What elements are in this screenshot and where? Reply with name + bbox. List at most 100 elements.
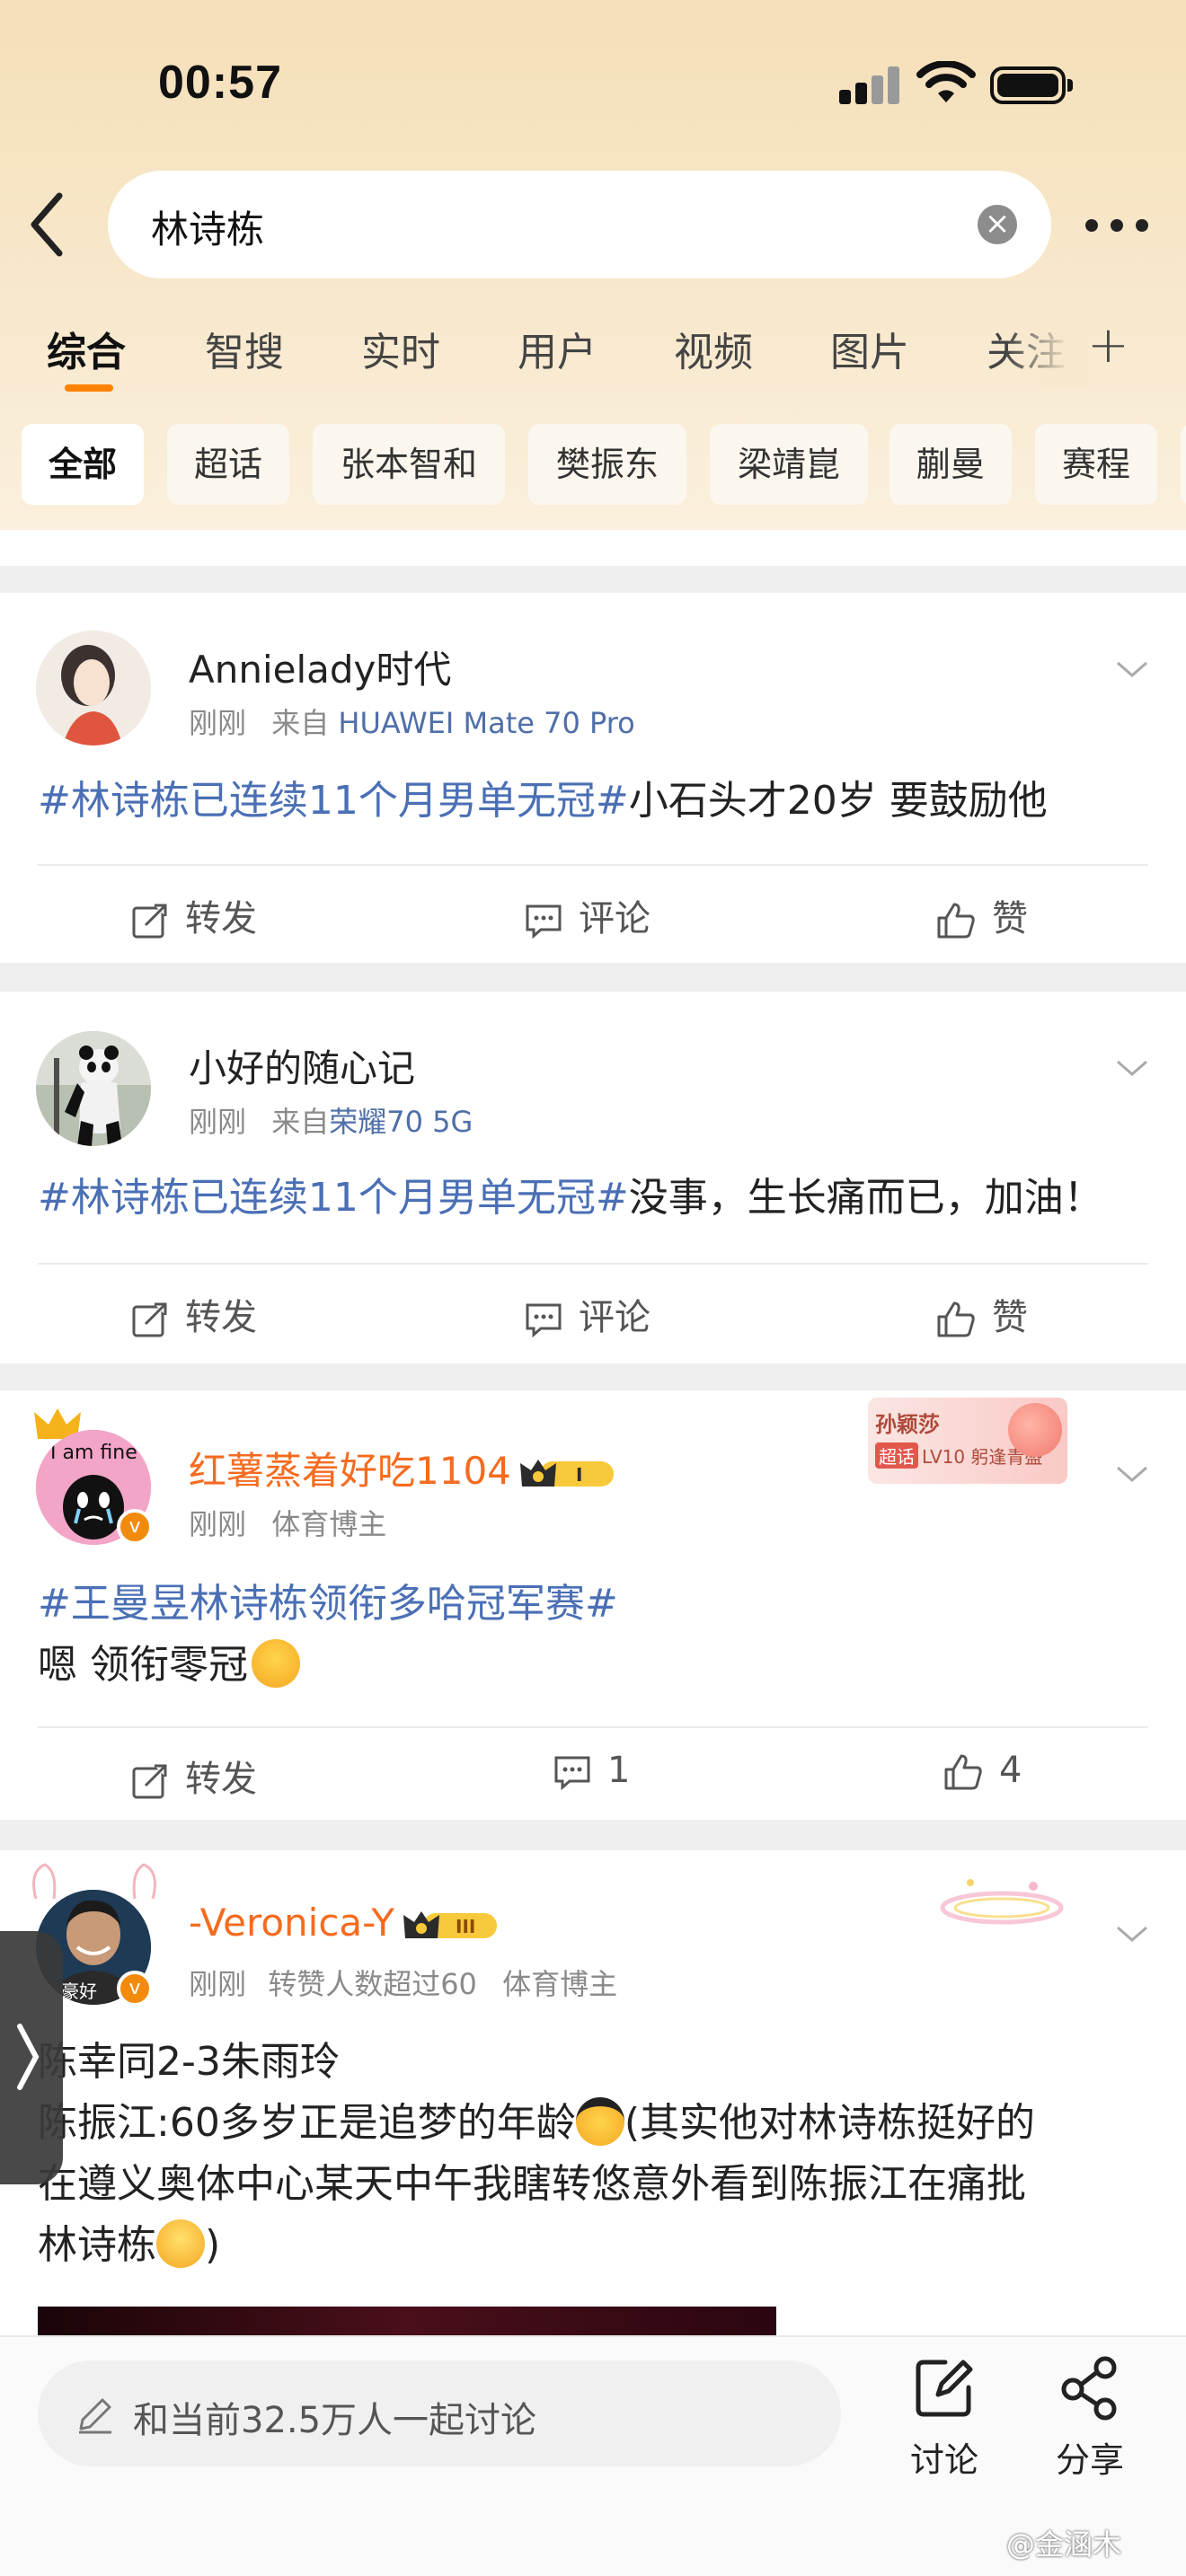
- verified-badge-icon: v: [117, 1509, 153, 1545]
- comment-label: 评论: [579, 898, 651, 940]
- post-card[interactable]: 小好的随心记 刚刚 来自荣耀70 5G #林诗栋已连续11个月男单无冠#没事，生…: [0, 992, 1186, 1363]
- tab-fade: [1006, 314, 1087, 386]
- post-source[interactable]: 荣耀70 5G: [329, 1105, 473, 1139]
- post-content: 陈幸同2-3朱雨玲 陈振江:60多岁正是追梦的年龄 (其实他对林诗栋挺好的 在遵义…: [38, 2032, 1150, 2276]
- chevron-down-icon[interactable]: [1114, 656, 1150, 683]
- tab-images[interactable]: 图片: [830, 320, 909, 377]
- vip-badge-icon: III: [403, 1908, 502, 1944]
- post-card[interactable]: I am fine v 红薯蒸着好吃1104 I 刚刚 体育博主 孙颖莎 超话 …: [0, 1390, 1186, 1820]
- divider: [38, 1726, 1148, 1728]
- post-line: (其实他对林诗栋挺好的: [624, 2100, 1035, 2146]
- topic-link[interactable]: #王曼昱林诗栋领衔多哈冠军赛#: [38, 1574, 1150, 1635]
- post-card[interactable]: Annielady时代 刚刚 来自 HUAWEI Mate 70 Pro #林诗…: [0, 593, 1186, 963]
- username-text: -Veronica-Y: [189, 1901, 394, 1945]
- divider: [38, 1263, 1148, 1265]
- username[interactable]: Annielady时代: [189, 640, 451, 694]
- chip-fan-zhendong[interactable]: 樊振东: [528, 424, 686, 505]
- author-role: 体育博主: [271, 1507, 387, 1541]
- like-button[interactable]: 赞: [936, 1288, 1028, 1340]
- post-line: 陈幸同2-3朱雨玲: [38, 2039, 340, 2085]
- post-meta: 刚刚 体育博主: [189, 1502, 386, 1543]
- post-extra: 转赞人数超过60: [268, 1967, 477, 2001]
- avatar[interactable]: [36, 1031, 151, 1146]
- previous-post-tail: [0, 530, 1186, 566]
- like-button[interactable]: 赞: [936, 889, 1028, 941]
- comment-count: 1: [607, 1750, 631, 1791]
- post-time: 刚刚: [189, 1105, 247, 1139]
- comment-button[interactable]: 评论: [525, 1288, 651, 1340]
- svg-text:I: I: [576, 1464, 582, 1486]
- repost-icon: [132, 904, 167, 939]
- comment-icon: [526, 904, 562, 940]
- add-tab-icon[interactable]: +: [1087, 316, 1129, 375]
- chip-super-topic[interactable]: 超话: [167, 424, 289, 505]
- repost-button[interactable]: 转发: [131, 1288, 257, 1340]
- post-text: 嗯 领衔零冠: [38, 1642, 248, 1688]
- username[interactable]: 小好的随心记: [189, 1038, 415, 1093]
- like-button[interactable]: 4: [943, 1750, 1022, 1791]
- laugh-cry-emoji-icon: [156, 2219, 205, 2268]
- active-tab-indicator: [65, 384, 113, 392]
- discussion-input[interactable]: 和当前32.5万人一起讨论: [38, 2360, 841, 2466]
- tab-comprehensive[interactable]: 综合: [47, 320, 126, 377]
- vip-badge-icon: I: [519, 1456, 619, 1492]
- topic-link[interactable]: #林诗栋已连续11个月男单无冠#: [38, 778, 629, 824]
- share-label: 分享: [1055, 2440, 1124, 2480]
- discussion-placeholder: 和当前32.5万人一起讨论: [133, 2400, 537, 2441]
- repost-button[interactable]: 转发: [131, 1750, 257, 1802]
- tab-realtime[interactable]: 实时: [361, 320, 440, 377]
- thumbs-up-icon: [937, 903, 975, 939]
- post-line: ): [205, 2222, 221, 2268]
- fan-card[interactable]: 孙颖莎 超话 LV10 躬逢青盛: [868, 1398, 1067, 1484]
- username[interactable]: 红薯蒸着好吃1104 I: [189, 1441, 619, 1495]
- post-line: 陈振江:60多岁正是追梦的年龄: [38, 2100, 576, 2146]
- chip-schedule[interactable]: 赛程: [1035, 424, 1157, 505]
- avatar[interactable]: [36, 631, 151, 745]
- back-arrow-icon[interactable]: [25, 189, 70, 260]
- watermark: @金涵木: [1006, 2527, 1122, 2562]
- post-card[interactable]: 豪好 v -Veronica-Y III 刚刚 转赞人数超过60 体育博主 陈幸…: [0, 1850, 1186, 2335]
- flower-icon: [1008, 1403, 1062, 1457]
- source-prefix: 来自: [271, 1105, 330, 1139]
- wifi-icon: [916, 61, 976, 102]
- chevron-down-icon[interactable]: [1114, 1920, 1150, 1947]
- post-meta: 刚刚 来自荣耀70 5G: [189, 1099, 473, 1141]
- tab-video[interactable]: 视频: [674, 320, 753, 377]
- tab-users[interactable]: 用户: [518, 320, 597, 377]
- side-drawer-handle[interactable]: [0, 1931, 63, 2184]
- chip-overflow: [1181, 424, 1186, 505]
- chip-all[interactable]: 全部: [22, 424, 144, 505]
- chip-zhang-benzhihe[interactable]: 张本智和: [313, 424, 505, 505]
- feed-separator: [0, 1820, 1186, 1850]
- repost-button[interactable]: 转发: [131, 889, 257, 941]
- topic-link[interactable]: #林诗栋已连续11个月男单无冠#: [38, 1175, 629, 1221]
- discuss-button[interactable]: 讨论: [895, 2355, 994, 2482]
- battery-icon: [990, 66, 1073, 104]
- chevron-down-icon[interactable]: [1114, 1054, 1150, 1081]
- repost-icon: [132, 1302, 167, 1337]
- search-input[interactable]: 林诗栋 ×: [108, 171, 1051, 278]
- post-content: #林诗栋已连续11个月男单无冠#没事，生长痛而已，加油！: [38, 1168, 1150, 1229]
- comment-button[interactable]: 评论: [525, 889, 651, 941]
- tab-smart-search[interactable]: 智搜: [205, 320, 284, 377]
- share-button[interactable]: 分享: [1040, 2355, 1139, 2482]
- post-text: 没事，生长痛而已，加油！: [628, 1175, 1103, 1221]
- discuss-label: 讨论: [909, 2440, 978, 2480]
- chevron-down-icon[interactable]: [1114, 1460, 1150, 1487]
- post-source[interactable]: HUAWEI Mate 70 Pro: [338, 706, 634, 740]
- repost-label: 转发: [185, 1297, 257, 1338]
- comment-button[interactable]: 1: [553, 1750, 630, 1791]
- chip-liang-jingkun[interactable]: 梁靖崑: [710, 424, 868, 505]
- chip-kuai-man[interactable]: 蒯曼: [890, 424, 1012, 505]
- like-count: 4: [999, 1750, 1022, 1791]
- feed-separator: [0, 566, 1186, 593]
- more-options-icon[interactable]: [1085, 212, 1148, 239]
- post-image[interactable]: [38, 2307, 776, 2335]
- source-prefix: 来自: [271, 706, 330, 740]
- post-line: 林诗栋: [38, 2222, 156, 2268]
- username[interactable]: -Veronica-Y III: [189, 1901, 502, 1945]
- author-role: 体育博主: [502, 1967, 618, 2001]
- fan-card-name: 孙颖莎: [875, 1412, 940, 1437]
- clear-search-button[interactable]: ×: [978, 205, 1017, 244]
- post-text: 小石头才20岁 要鼓励他: [628, 778, 1048, 824]
